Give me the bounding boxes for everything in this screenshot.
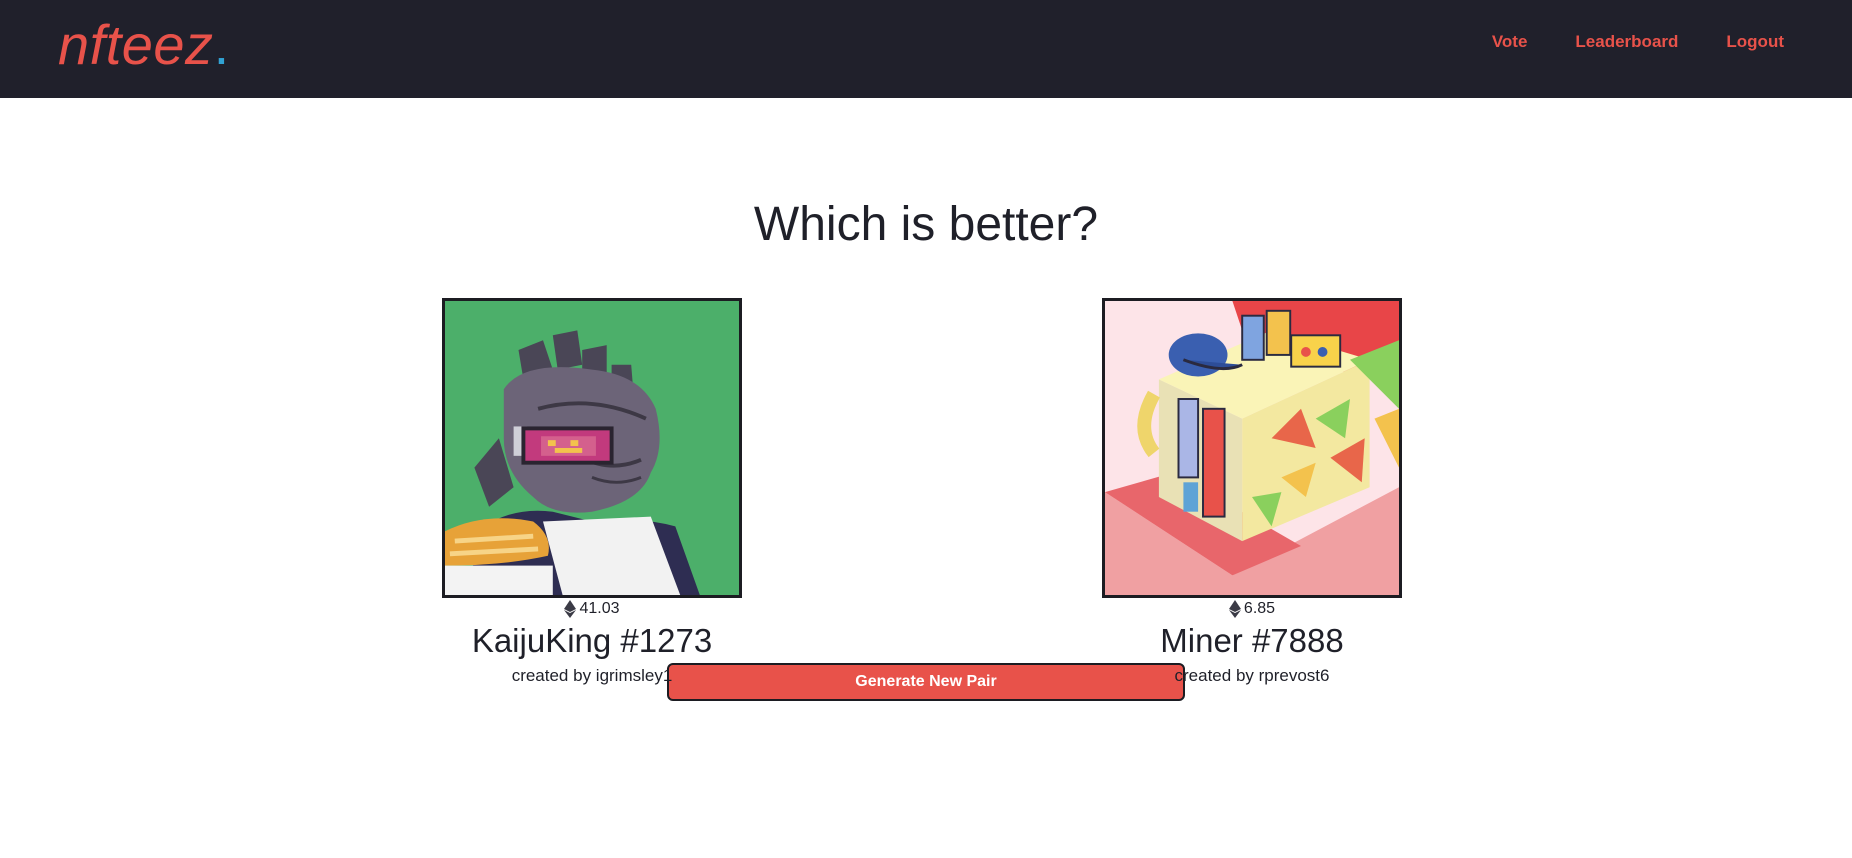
nft-name: KaijuKing #1273: [471, 621, 713, 659]
nft-creator: created by igrimsley1: [511, 665, 673, 685]
price-left: 41.03: [442, 599, 742, 618]
page-title: Which is better?: [753, 198, 1099, 251]
nft-name: Miner #7888: [1160, 621, 1344, 659]
nav-logout-link[interactable]: Logout: [1726, 32, 1784, 52]
price-value: 41.03: [579, 599, 620, 617]
nav-vote-link[interactable]: Vote: [1492, 32, 1528, 52]
logo-text: nfteez: [58, 13, 214, 76]
price-value: 6.85: [1243, 599, 1276, 617]
main-nav: Vote Leaderboard Logout: [1492, 32, 1784, 52]
nft-pair: 41.03 KaijuKing #1273 created by igrimsl…: [0, 252, 1852, 685]
nft-card-right: 6.85 Miner #7888 created by rprevost6: [1102, 297, 1402, 686]
nav-leaderboard-link[interactable]: Leaderboard: [1575, 32, 1678, 52]
nft-card-left: 41.03 KaijuKing #1273 created by igrimsl…: [442, 297, 742, 686]
isometric-miner-image[interactable]: [1102, 297, 1402, 598]
top-navbar: nfteez. Vote Leaderboard Logout: [0, 0, 1852, 98]
ethereum-icon: [1228, 599, 1241, 618]
ethereum-icon: [564, 599, 577, 618]
price-right: 6.85: [1102, 599, 1402, 618]
pixel-art-kaiju-image[interactable]: [442, 297, 742, 598]
logo-dot: .: [213, 13, 230, 76]
logo[interactable]: nfteez.: [58, 17, 230, 73]
nft-creator: created by rprevost6: [1174, 665, 1330, 685]
